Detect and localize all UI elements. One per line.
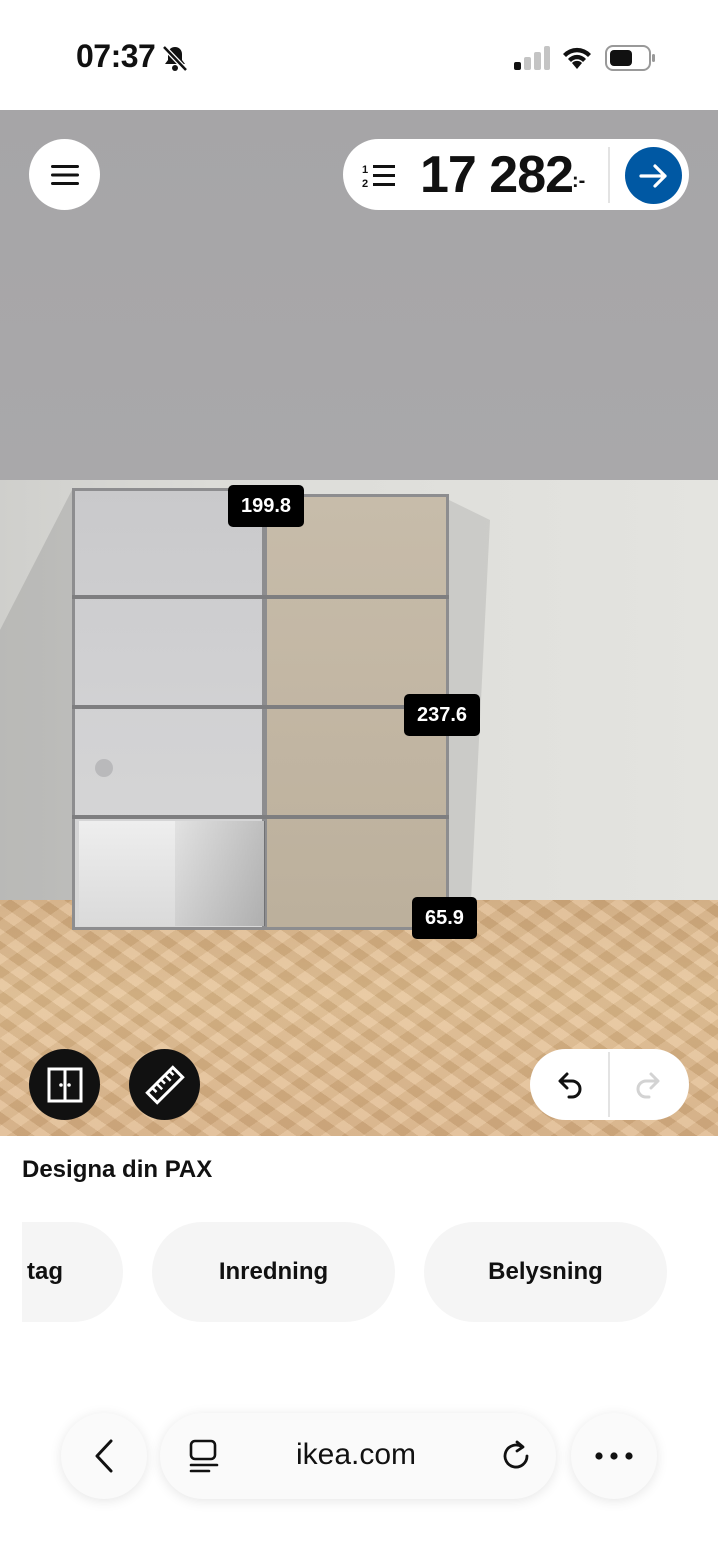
back-button[interactable] [61, 1413, 147, 1499]
price-divider [608, 147, 610, 203]
chevron-left-icon [95, 1439, 113, 1473]
wardrobe-doors-icon [47, 1067, 82, 1102]
arrow-right-icon [638, 163, 667, 188]
menu-button[interactable] [29, 139, 100, 210]
mirror-door[interactable] [72, 488, 265, 930]
hamburger-menu-icon [50, 164, 79, 185]
depth-measurement: 65.9 [412, 897, 477, 939]
continue-button[interactable] [625, 147, 682, 204]
total-price: 17 282 [420, 146, 574, 204]
width-measurement: 199.8 [228, 485, 305, 527]
more-dots-icon [595, 1452, 633, 1460]
door-rail [72, 705, 449, 709]
category-chips: tag Inredning Belysning [22, 1222, 718, 1322]
status-bar: 07:37 [0, 0, 718, 110]
url-text[interactable]: ikea.com [296, 1438, 416, 1472]
status-time: 07:37 [76, 38, 156, 74]
bell-slash-icon [162, 45, 188, 72]
door-rail [72, 595, 449, 599]
room-3d-view[interactable] [0, 110, 718, 1136]
price-suffix: :- [572, 170, 586, 192]
svg-text:2: 2 [362, 178, 368, 190]
measure-toggle-button[interactable] [129, 1049, 200, 1120]
reload-icon[interactable] [500, 1438, 534, 1474]
section-title: Designa din PAX [22, 1156, 213, 1183]
signal-icon [514, 46, 550, 70]
chip-tag[interactable]: tag [22, 1222, 123, 1322]
battery-icon [605, 45, 655, 71]
undo-divider [608, 1052, 610, 1117]
undo-icon [558, 1072, 582, 1098]
ruler-icon [144, 1064, 185, 1105]
doors-toggle-button[interactable] [29, 1049, 100, 1120]
wifi-icon [563, 47, 591, 69]
chip-belysning[interactable]: Belysning [424, 1222, 667, 1322]
redo-button[interactable] [611, 1052, 683, 1117]
tabs-icon[interactable] [188, 1439, 220, 1473]
mirror-reflection-shade [175, 821, 265, 926]
pax-wardrobe[interactable] [72, 488, 449, 930]
undo-button[interactable] [535, 1052, 607, 1117]
door-rail [72, 815, 449, 819]
more-button[interactable] [571, 1413, 657, 1499]
height-measurement: 237.6 [404, 694, 481, 736]
redo-icon [636, 1072, 660, 1098]
mirror-reflection-lamp [95, 759, 113, 777]
chip-inredning[interactable]: Inredning [152, 1222, 395, 1322]
svg-text:1: 1 [362, 164, 368, 176]
numbered-list-icon[interactable]: 1 2 [362, 162, 396, 190]
